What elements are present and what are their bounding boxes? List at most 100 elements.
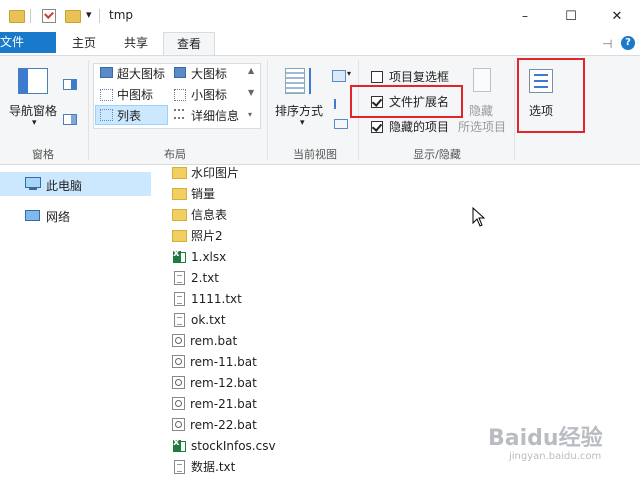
layout-large-icons[interactable]: 大图标: [191, 65, 227, 82]
watermark-url: jingyan.baidu.com: [509, 451, 602, 462]
tab-home[interactable]: 主页: [58, 32, 110, 55]
batch-file-icon: [172, 418, 185, 431]
size-columns-icon[interactable]: [334, 119, 348, 129]
text-file-icon: [174, 459, 185, 474]
list-item[interactable]: rem-11.bat: [172, 351, 257, 372]
chevron-down-icon: ▾: [347, 69, 352, 78]
hide-selected-line1: 隐藏: [469, 104, 494, 118]
excel-file-icon: [173, 437, 186, 452]
small-icons-icon: [174, 89, 186, 101]
item-checkboxes-label: 项目复选框: [389, 70, 450, 84]
divider: [267, 60, 268, 160]
divider: [99, 9, 100, 23]
layout-extra-large-icons[interactable]: 超大图标: [117, 65, 165, 82]
group-label-layout: 布局: [164, 148, 186, 161]
tab-share[interactable]: 共享: [110, 32, 162, 55]
chevron-down-icon: ▾: [300, 118, 305, 128]
list-item[interactable]: rem-21.bat: [172, 393, 257, 414]
tab-view[interactable]: 查看: [163, 32, 215, 55]
layout-small-icons[interactable]: 小图标: [191, 86, 227, 103]
minimize-button[interactable]: –: [502, 0, 548, 32]
properties-icon[interactable]: [42, 9, 56, 23]
window-title: tmp: [109, 8, 134, 22]
medium-icons-icon: [100, 89, 113, 101]
batch-file-icon: [172, 376, 185, 389]
new-folder-icon[interactable]: [65, 10, 81, 23]
sidebar-item-label[interactable]: 网络: [46, 208, 70, 225]
preview-pane-icon[interactable]: [63, 79, 77, 90]
list-item[interactable]: 1111.txt: [172, 288, 242, 309]
layout-list[interactable]: 列表: [117, 107, 141, 124]
divider: [88, 60, 89, 160]
list-item[interactable]: 数据.txt: [172, 456, 235, 477]
ribbon: 导航窗格 ▾ 窗格 超大图标 大图标 中图标 小图标 列表 详细信息 ▲ ▼ ▾…: [0, 55, 640, 165]
list-item[interactable]: ok.txt: [172, 309, 226, 330]
gallery-down-icon[interactable]: ▼: [248, 88, 254, 97]
folder-icon: [9, 10, 25, 23]
network-icon: [25, 210, 40, 221]
close-button[interactable]: ✕: [594, 0, 640, 32]
details-icon: [174, 109, 184, 119]
folder-icon: [172, 166, 187, 179]
batch-file-icon: [172, 334, 185, 347]
large-icons-icon: [174, 67, 186, 78]
hide-selected-line2: 所选项目: [458, 120, 507, 134]
layout-details[interactable]: 详细信息: [191, 107, 239, 124]
nav-pane-button[interactable]: 导航窗格: [9, 102, 57, 119]
list-item[interactable]: 照片2: [172, 225, 223, 246]
list-item[interactable]: 信息表: [172, 204, 227, 225]
layout-medium-icons[interactable]: 中图标: [117, 86, 153, 103]
ribbon-tabs: 文件 主页 共享 查看 ⊣ ?: [0, 32, 640, 55]
sort-by-button[interactable]: 排序方式: [275, 102, 323, 119]
text-file-icon: [174, 291, 185, 306]
chevron-down-icon: ▾: [32, 118, 37, 128]
maximize-button[interactable]: ☐: [548, 0, 594, 32]
group-label-current-view: 当前视图: [293, 148, 337, 161]
title-bar: ▾ tmp – ☐ ✕: [0, 0, 640, 32]
gallery-up-icon[interactable]: ▲: [248, 66, 254, 75]
group-by-icon[interactable]: [332, 70, 346, 82]
list-item[interactable]: 水印图片: [172, 162, 239, 183]
highlight-box-extensions: [350, 85, 463, 118]
divider: [30, 9, 31, 23]
list-item[interactable]: 1.xlsx: [172, 246, 226, 267]
sort-icon[interactable]: [285, 68, 305, 94]
group-label-show-hide: 显示/隐藏: [413, 148, 461, 161]
list-item[interactable]: rem-22.bat: [172, 414, 257, 435]
folder-icon: [172, 187, 187, 200]
list-icon: [100, 109, 113, 121]
computer-icon: [25, 177, 41, 188]
hide-selected-icon: [473, 68, 491, 92]
item-checkboxes-checkbox[interactable]: [371, 71, 383, 83]
watermark-brand: Baidu经验: [488, 426, 603, 451]
add-columns-icon[interactable]: [334, 99, 348, 109]
batch-file-icon: [172, 355, 185, 368]
customize-qa-dropdown[interactable]: ▾: [86, 8, 92, 21]
tab-file[interactable]: 文件: [0, 32, 56, 53]
sort-arrow-icon: [309, 68, 311, 94]
nav-pane-icon[interactable]: [18, 68, 48, 94]
text-file-icon: [174, 270, 185, 285]
computer-stand-icon: [29, 188, 37, 190]
help-icon[interactable]: ?: [621, 36, 635, 50]
excel-file-icon: [173, 248, 186, 263]
folder-icon: [172, 229, 187, 242]
mouse-cursor-icon: [472, 207, 486, 227]
list-item[interactable]: 销量: [172, 183, 215, 204]
folder-icon: [172, 208, 187, 221]
hidden-items-checkbox[interactable]: [371, 121, 383, 133]
text-file-icon: [174, 312, 185, 327]
group-label-pane: 窗格: [32, 148, 54, 161]
hidden-items-label: 隐藏的项目: [389, 120, 450, 134]
divider: [514, 60, 515, 160]
details-pane-icon[interactable]: [63, 114, 77, 125]
batch-file-icon: [172, 397, 185, 410]
extra-large-icons-icon: [100, 67, 113, 78]
list-item[interactable]: 2.txt: [172, 267, 219, 288]
pin-icon[interactable]: ⊣: [602, 37, 612, 51]
sidebar-item-label: 此电脑: [46, 179, 83, 193]
list-item[interactable]: stockInfos.csv: [172, 435, 276, 456]
list-item[interactable]: rem-12.bat: [172, 372, 257, 393]
list-item[interactable]: rem.bat: [172, 330, 237, 351]
gallery-more-icon[interactable]: ▾: [248, 110, 252, 119]
